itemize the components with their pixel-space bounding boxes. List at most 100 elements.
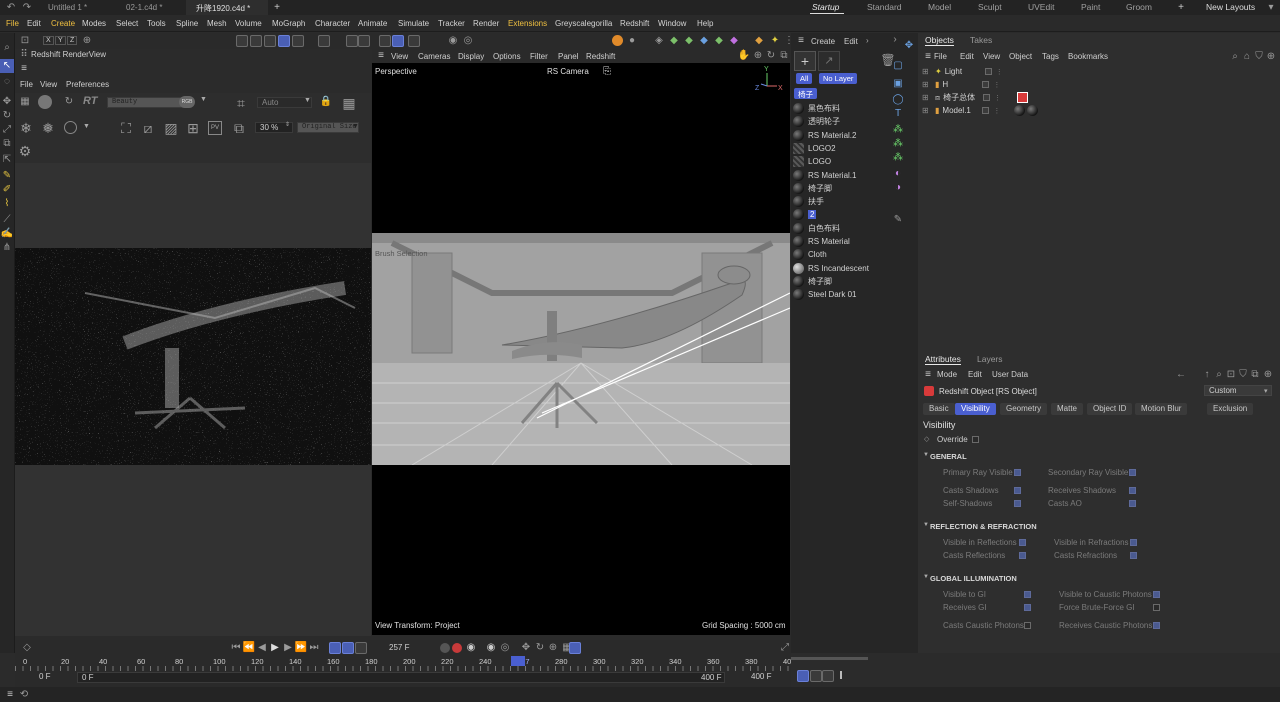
size-select[interactable]: Original Size [297, 122, 359, 133]
camera-icon[interactable]: ◆ [752, 34, 766, 48]
text-icon[interactable]: T [891, 107, 905, 121]
add-material-icon[interactable]: + [794, 51, 816, 71]
preset-select[interactable]: Custom [1204, 385, 1272, 396]
move-icon[interactable]: ✥ [902, 39, 916, 53]
next-key-icon[interactable]: ⏩ [294, 641, 308, 655]
vp-menu-options[interactable]: Options [493, 52, 521, 61]
search-icon[interactable]: ⌕ [0, 41, 14, 55]
knife-tool-icon[interactable]: ⟋ [0, 213, 14, 227]
coordinate-system-icon[interactable]: ⊕ [80, 34, 94, 48]
menu-mesh[interactable]: Mesh [207, 19, 227, 28]
camera-icon[interactable]: ▣ [891, 77, 905, 91]
menu-volume[interactable]: Volume [235, 19, 262, 28]
magnet-tool-icon[interactable]: ⋔ [0, 241, 14, 255]
pan-icon[interactable]: ✋ [737, 49, 751, 63]
visible-caustic-checkbox[interactable] [1153, 591, 1160, 598]
menu-tracker[interactable]: Tracker [438, 19, 465, 28]
expand-icon[interactable]: ⊞ [922, 93, 932, 102]
points-mode-icon[interactable] [250, 35, 262, 47]
snowflake-alt-icon[interactable]: ❅ [40, 120, 56, 136]
layout-uvedit[interactable]: UVEdit [1028, 2, 1054, 12]
tab-02-1[interactable]: 02-1.c4d * [116, 0, 172, 15]
scrollbar[interactable] [791, 657, 868, 660]
camera-icon[interactable]: ⎘ [600, 65, 614, 79]
render-settings-icon[interactable]: ◎ [461, 34, 475, 48]
chevron-down-icon[interactable]: ▼ [83, 123, 90, 130]
section-reflection[interactable]: REFLECTION & REFRACTION [930, 522, 1037, 531]
menu-edit[interactable]: Edit [27, 19, 41, 28]
vp-menu-cameras[interactable]: Cameras [418, 52, 450, 61]
collapse-icon[interactable]: ▼ [923, 574, 929, 580]
rotate-tool-icon[interactable]: ↻ [0, 109, 14, 123]
receives-gi-checkbox[interactable] [1024, 604, 1031, 611]
attr-menu-userdata[interactable]: User Data [992, 370, 1028, 379]
sound-icon[interactable] [355, 642, 367, 654]
prev-key-icon[interactable]: ⏪ [242, 641, 256, 655]
uv-mode-icon[interactable] [292, 35, 304, 47]
override-checkbox[interactable] [972, 436, 979, 443]
attr-menu-edit[interactable]: Edit [968, 370, 982, 379]
generator-icon[interactable]: ◆ [712, 34, 726, 48]
undo-icon[interactable]: ↶ [4, 1, 18, 15]
expand-icon[interactable]: ⊞ [922, 67, 932, 76]
pla-icon[interactable]: ◎ [498, 641, 512, 655]
menu-animate[interactable]: Animate [358, 19, 387, 28]
menu-redshift[interactable]: Redshift [620, 19, 649, 28]
tab-layers[interactable]: Layers [977, 354, 1003, 364]
viewport-layout-icon[interactable] [392, 35, 404, 47]
menu-extensions[interactable]: Extensions [508, 19, 547, 28]
visibility-dots[interactable]: ⋮ [994, 94, 1001, 102]
sketch-tool-icon[interactable]: ✐ [0, 183, 14, 197]
playhead[interactable] [511, 656, 525, 666]
casts-ao-checkbox[interactable] [1129, 500, 1136, 507]
obj-menu-file[interactable]: File [934, 52, 947, 61]
move-tool-icon[interactable]: ✥ [0, 95, 14, 109]
fit-icon[interactable]: ⛶ [118, 120, 134, 136]
casts-reflections-checkbox[interactable] [1019, 552, 1026, 559]
redo-icon[interactable]: ↷ [20, 1, 34, 15]
end-frame-field[interactable]: 400 F [739, 672, 787, 683]
casts-refractions-checkbox[interactable] [1130, 552, 1137, 559]
film-icon[interactable]: ▦ [17, 95, 33, 109]
obj-menu-object[interactable]: Object [1009, 52, 1032, 61]
vp-menu-redshift[interactable]: Redshift [586, 52, 615, 61]
menu-tools[interactable]: Tools [147, 19, 166, 28]
layout-standard[interactable]: Standard [867, 2, 902, 12]
snap-toggle-icon[interactable] [346, 35, 358, 47]
hamburger-icon[interactable]: ≡ [921, 50, 935, 64]
filter-tag[interactable]: 椅子 [794, 88, 817, 99]
menu-simulate[interactable]: Simulate [398, 19, 429, 28]
casts-shadows-checkbox[interactable] [1014, 487, 1021, 494]
keyframe-icon[interactable]: ◇ [20, 641, 34, 655]
layout-sculpt[interactable]: Sculpt [978, 2, 1002, 12]
orbit-icon[interactable]: ↻ [764, 49, 778, 63]
new-window-icon[interactable]: ⧉ [1248, 368, 1262, 382]
pv-icon[interactable]: PV [208, 121, 222, 135]
primary-ray-checkbox[interactable] [1014, 469, 1021, 476]
prev-frame-icon[interactable]: ◀ [255, 641, 269, 655]
image-icon[interactable]: ▨ [163, 120, 179, 136]
subtab-exclusion[interactable]: Exclusion [1207, 403, 1254, 415]
material-item[interactable]: LOGO [793, 155, 885, 168]
loop-icon[interactable] [329, 642, 341, 654]
rotate-key-icon[interactable]: ↻ [533, 641, 547, 655]
pen-icon[interactable]: ✎ [891, 213, 905, 227]
object-row-model[interactable]: ⊞ ▮ Model.1 ⋮ [918, 104, 1280, 117]
effector-icon[interactable]: ⁂ [891, 137, 905, 151]
subtab-basic[interactable]: Basic [923, 403, 955, 415]
panel-grid-icon[interactable]: ⠿ [17, 48, 31, 62]
rt-toggle[interactable]: RT [83, 95, 97, 107]
chevron-right-icon[interactable]: › [888, 33, 902, 47]
rv-menu-preferences[interactable]: Preferences [66, 80, 109, 89]
menu-modes[interactable]: Modes [82, 19, 106, 28]
hamburger-icon[interactable]: ≡ [374, 49, 388, 63]
material-item[interactable]: Cloth [793, 248, 885, 261]
material-item[interactable]: RS Material [793, 235, 885, 248]
scale-key-icon[interactable]: ⊕ [546, 641, 560, 655]
menu-file[interactable]: File [6, 19, 19, 28]
timeline-expand-icon[interactable]: ⤢ [778, 641, 792, 655]
object-enable-check[interactable] [983, 94, 991, 101]
auto-key-icon[interactable] [452, 643, 462, 653]
size-slider-handle[interactable] [840, 671, 842, 679]
add-layout-icon[interactable]: + [1174, 1, 1188, 15]
